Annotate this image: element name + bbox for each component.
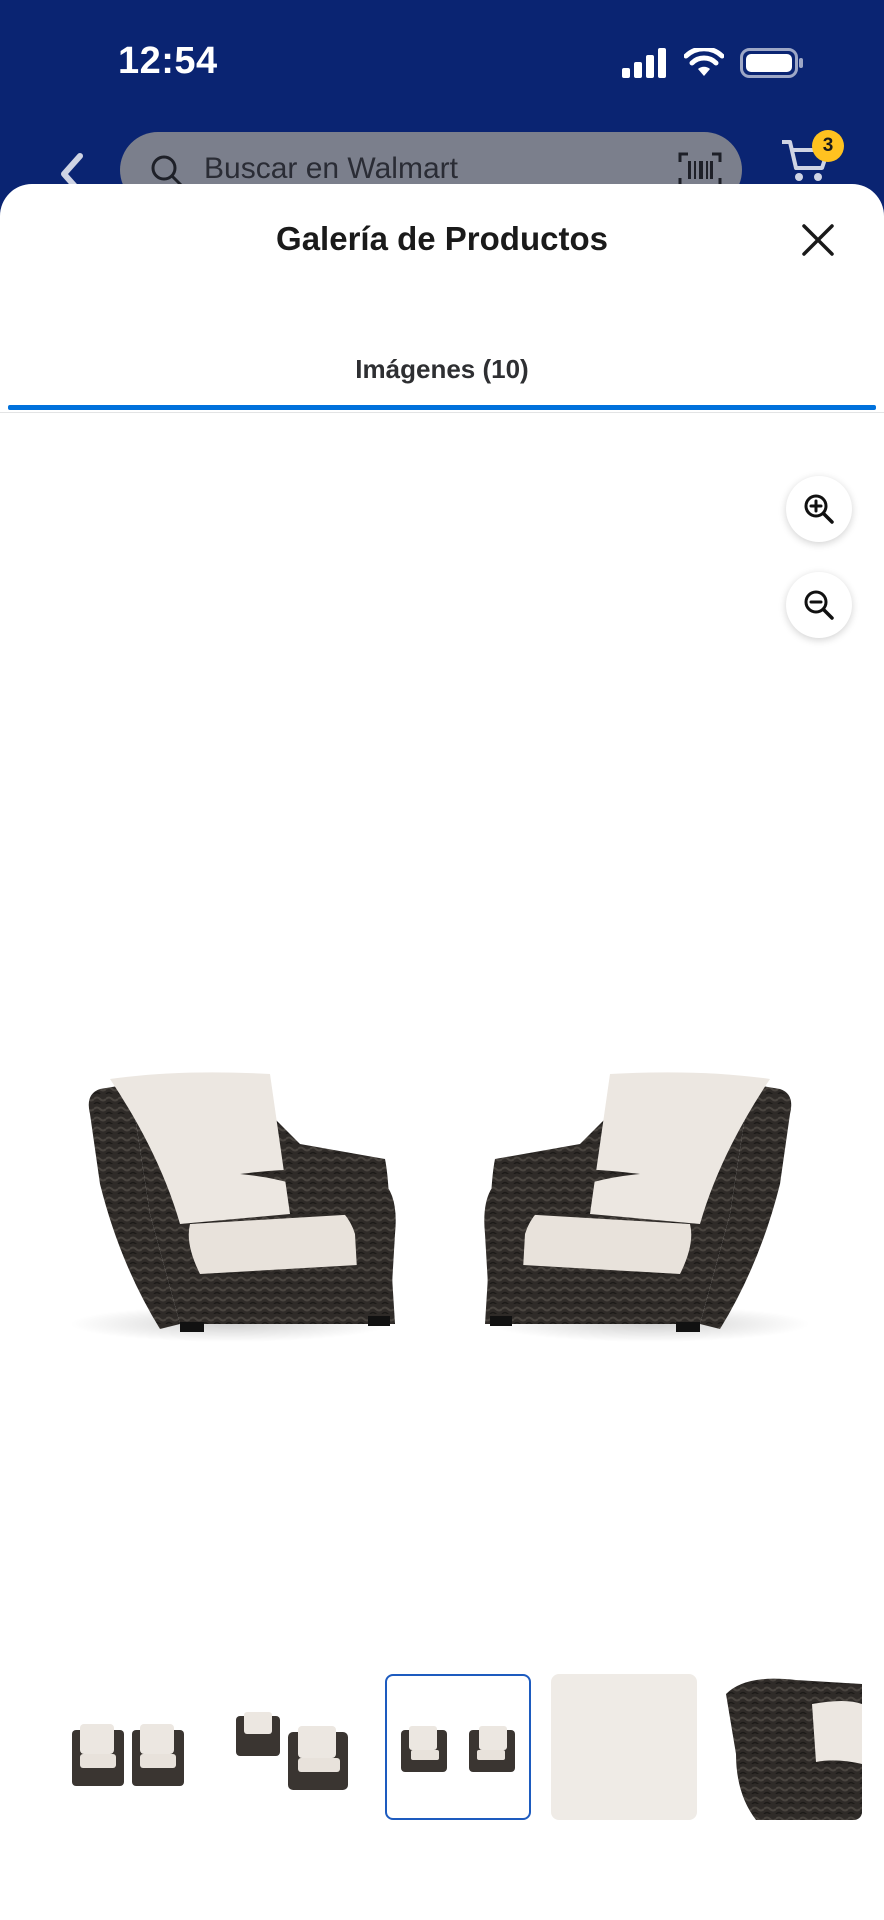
thumbnail-cushion-fabric-swatch[interactable]	[551, 1674, 697, 1820]
thumbnail-image	[236, 1712, 348, 1790]
tab-selected-indicator	[8, 405, 876, 410]
sheet-title: Galería de Productos	[276, 220, 608, 257]
product-gallery-sheet: Galería de Productos Imágenes (10)	[0, 184, 884, 1920]
cart-count-badge: 3	[812, 130, 844, 162]
thumbnail-wicker-arm-detail[interactable]	[716, 1674, 862, 1820]
wifi-icon	[684, 48, 724, 76]
left-chair	[70, 1072, 396, 1342]
close-icon	[802, 224, 834, 256]
barcode-scanner-icon[interactable]	[678, 152, 722, 188]
divider	[0, 412, 884, 413]
right-chair	[484, 1072, 810, 1342]
zoom-out-icon	[804, 590, 834, 620]
tab-images[interactable]: Imágenes (10)	[8, 340, 876, 410]
thumbnail-two-chairs-apart[interactable]	[385, 1674, 531, 1820]
status-bar: 12:54	[0, 0, 884, 130]
thumbnail-two-chairs-front[interactable]	[52, 1674, 198, 1820]
thumbnail-image	[401, 1726, 515, 1772]
thumbnail-two-chairs-angled[interactable]	[218, 1674, 364, 1820]
thumbnail-image	[72, 1724, 184, 1786]
zoom-out-button[interactable]	[786, 572, 852, 638]
main-product-image[interactable]	[70, 884, 810, 1364]
status-icons	[622, 48, 804, 78]
zoom-in-icon	[804, 494, 834, 524]
thumbnail-image	[726, 1678, 862, 1820]
cellular-signal-icon	[622, 48, 666, 78]
status-time: 12:54	[118, 40, 218, 82]
thumbnail-strip	[0, 1674, 884, 1824]
search-placeholder: Buscar en Walmart	[204, 152, 458, 185]
close-button[interactable]	[796, 218, 840, 262]
battery-icon	[740, 48, 803, 78]
tab-bar: Imágenes (10)	[8, 340, 876, 410]
zoom-in-button[interactable]	[786, 476, 852, 542]
product-photo-chairs	[70, 1072, 810, 1342]
search-icon	[151, 155, 183, 187]
